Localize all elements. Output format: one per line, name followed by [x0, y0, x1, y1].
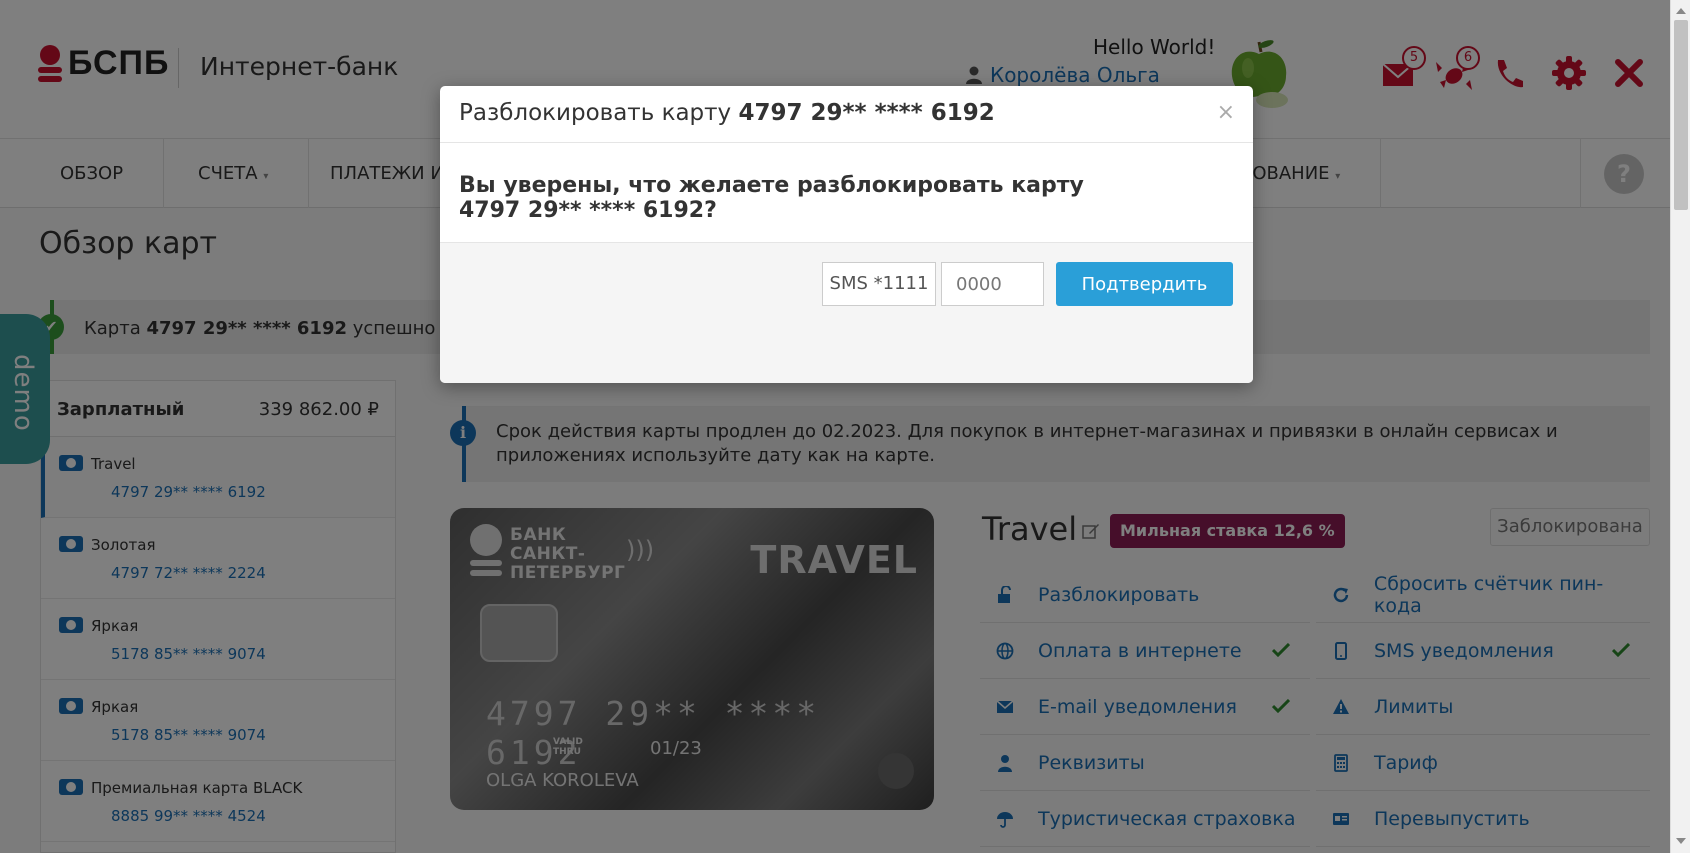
sms-code-input[interactable] — [941, 262, 1044, 306]
sms-code-prefix: SMS *1111 — [822, 262, 936, 306]
modal-title-card: 4797 29** **** 6192 — [738, 100, 995, 126]
modal-close-button[interactable]: × — [1217, 100, 1235, 125]
confirm-button[interactable]: Подтвердить — [1056, 262, 1233, 306]
modal-header: Разблокировать карту 4797 29** **** 6192 — [440, 86, 1253, 143]
modal-body: Вы уверены, что желаете разблокировать к… — [440, 143, 1253, 243]
modal-question-line: 4797 29** **** 6192? — [459, 198, 717, 223]
modal-question-line: Вы уверены, что желаете разблокировать к… — [459, 173, 1084, 198]
unblock-card-modal: Разблокировать карту 4797 29** **** 6192… — [440, 86, 1253, 383]
scroll-up-arrow-icon[interactable] — [1676, 8, 1686, 14]
scroll-thumb[interactable] — [1674, 20, 1688, 210]
scroll-down-arrow-icon[interactable] — [1676, 838, 1686, 844]
modal-title-prefix: Разблокировать карту — [459, 100, 739, 126]
modal-footer: SMS *1111 Подтвердить — [440, 243, 1253, 383]
page-scrollbar[interactable] — [1670, 0, 1690, 853]
